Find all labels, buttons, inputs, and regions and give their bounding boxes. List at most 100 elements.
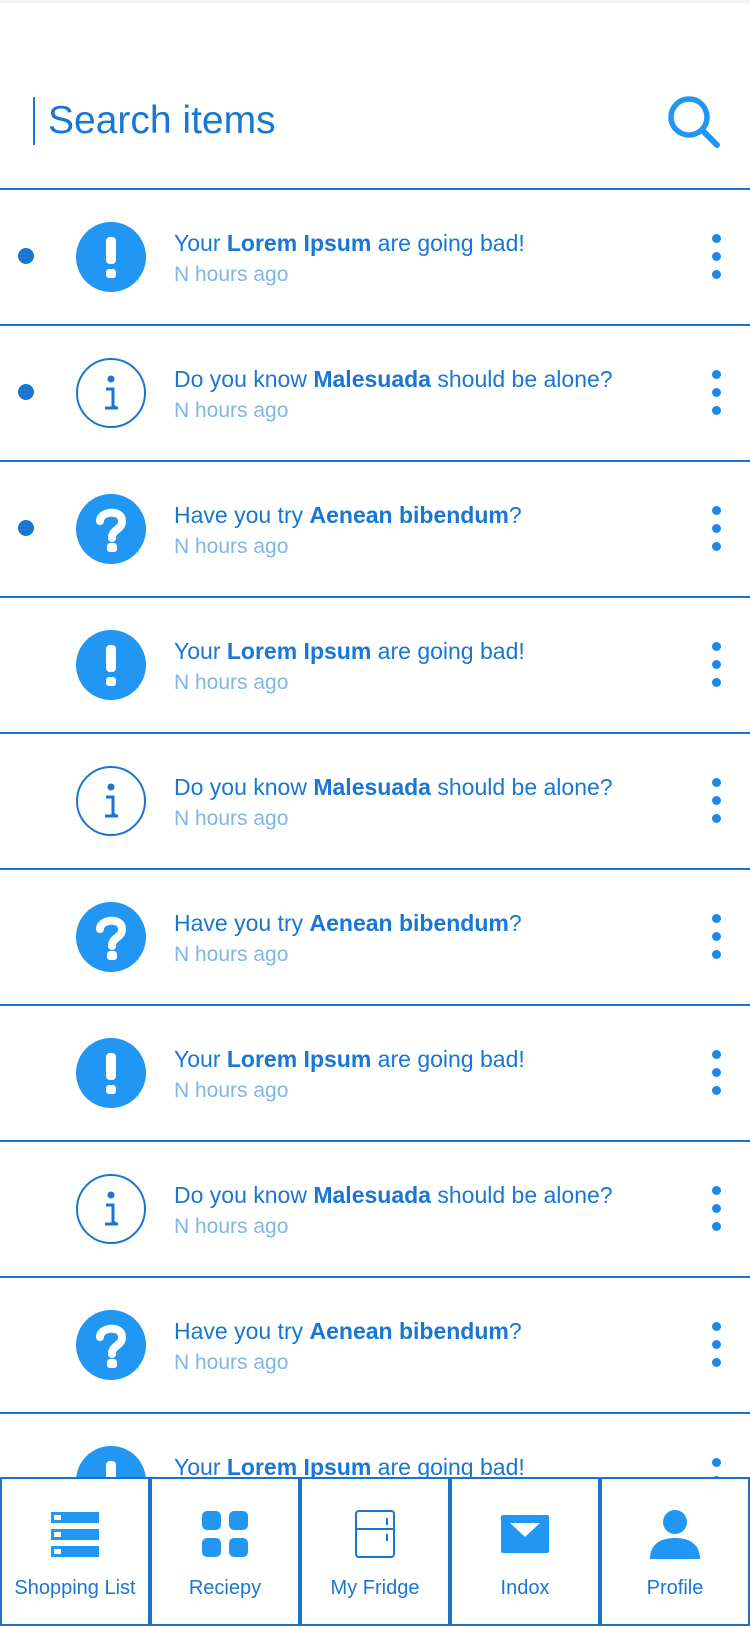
notification-text: Have you try Aenean bibendum? N hours ago [174,1318,674,1375]
info-icon [75,357,147,429]
notification-list: Your Lorem Ipsum are going bad! N hours a… [0,190,750,1480]
message-text: ? [508,502,522,528]
text-caret [33,97,35,145]
unread-dot [18,520,34,536]
list-item[interactable]: Your Lorem Ipsum are going bad!N hours a… [0,1414,750,1480]
question-icon [75,901,147,973]
message-text: should be alone? [430,774,613,800]
notification-message: Your Lorem Ipsum are going bad! [174,230,674,257]
unread-dot [18,248,34,264]
list-item[interactable]: Do you know Malesuada should be alone? N … [0,734,750,870]
message-item-name: Lorem Ipsum [226,638,372,664]
notification-text: Do you know Malesuada should be alone? N … [174,1182,674,1239]
message-text: are going bad! [371,230,525,256]
more-options-icon[interactable] [706,370,728,416]
tab-label: Indox [500,1577,550,1599]
message-text: Have you try [174,910,310,936]
dot [712,814,721,823]
list-item[interactable]: Your Lorem Ipsum are going bad!N hours a… [0,1006,750,1142]
alert-icon [75,1037,147,1109]
dot [712,1222,721,1231]
search-icon[interactable] [666,94,722,150]
message-text: Do you know [174,1182,314,1208]
mail-icon [498,1509,552,1559]
dot [712,1068,721,1077]
more-options-icon[interactable] [706,1186,728,1232]
dot [712,252,721,261]
message-text: are going bad! [371,638,525,664]
more-options-icon[interactable] [706,778,728,824]
more-options-icon[interactable] [706,506,728,552]
timestamp: N hours ago [174,399,289,422]
message-item-name: Aenean bibendum [309,910,509,936]
dot [712,1186,721,1195]
dot [712,370,721,379]
tab-label: Profile [646,1577,704,1599]
message-item-name: Malesuada [313,1182,431,1208]
notification-text: Have you try Aenean bibendum? N hours ago [174,502,674,559]
tab-indox[interactable]: Indox [450,1477,600,1626]
tab-reciepy[interactable]: Reciepy [150,1477,300,1626]
notification-text: Your Lorem Ipsum are going bad! N hours a… [174,638,674,695]
dot [712,678,721,687]
dot [712,234,721,243]
alert-icon [75,629,147,701]
tab-shopping-list[interactable]: Shopping List [0,1477,150,1626]
question-icon [75,493,147,565]
dot [712,1050,721,1059]
dot [712,642,721,651]
timestamp: N hours ago [174,263,289,286]
dot [712,1086,721,1095]
timestamp: N hours ago [174,943,289,966]
message-text: ? [508,910,522,936]
more-options-icon[interactable] [706,1322,728,1368]
list-item[interactable]: Have you try Aenean bibendum? N hours ago [0,1278,750,1414]
message-item-name: Malesuada [313,774,431,800]
tab-profile[interactable]: Profile [600,1477,750,1626]
fridge-icon [348,1509,402,1559]
notification-message: Do you know Malesuada should be alone? [174,774,674,801]
message-item-name: Lorem Ipsum [226,230,372,256]
message-item-name: Lorem Ipsum [226,1046,372,1072]
notification-message: Have you try Aenean bibendum? [174,910,674,937]
more-options-icon[interactable] [706,234,728,280]
list-item[interactable]: Your Lorem Ipsum are going bad! N hours a… [0,598,750,734]
grid-icon [198,1509,252,1559]
notification-text: Do you know Malesuada should be alone? N … [174,774,674,831]
dot [712,778,721,787]
dot [712,388,721,397]
dot [712,950,721,959]
message-text: Your [174,1046,227,1072]
list-item[interactable]: Have you try Aenean bibendum? N hours ago [0,870,750,1006]
dot [712,932,721,941]
dot [712,406,721,415]
alert-icon [75,1445,147,1480]
list-item[interactable]: Have you try Aenean bibendum? N hours ago [0,462,750,598]
search-input[interactable] [48,98,608,144]
notification-message: Your Lorem Ipsum are going bad! [174,638,674,665]
list-item[interactable]: Do you know Malesuada should be alone? N … [0,1142,750,1278]
alert-icon [75,221,147,293]
notification-text: Your Lorem Ipsum are going bad! N hours a… [174,230,674,287]
more-options-icon[interactable] [706,1050,728,1096]
unread-dot [18,384,34,400]
dot [712,1458,721,1467]
notification-message: Do you know Malesuada should be alone? [174,366,674,393]
message-text: should be alone? [430,1182,613,1208]
dot [712,1340,721,1349]
tab-my-fridge[interactable]: My Fridge [300,1477,450,1626]
tab-label: Reciepy [188,1577,262,1599]
list-item[interactable]: Do you know Malesuada should be alone? N … [0,326,750,462]
dot [712,270,721,279]
message-text: should be alone? [430,366,613,392]
timestamp: N hours ago [174,671,289,694]
list-item[interactable]: Your Lorem Ipsum are going bad! N hours a… [0,190,750,326]
timestamp: N hours ago [174,1351,289,1374]
more-options-icon[interactable] [706,642,728,688]
bottom-tab-bar: Shopping List Reciepy My Fridge Indox Profil… [0,1477,750,1626]
dot [712,1322,721,1331]
more-options-icon[interactable] [706,914,728,960]
message-text: are going bad! [371,1046,525,1072]
message-item-name: Aenean bibendum [309,1318,509,1344]
dot [712,506,721,515]
